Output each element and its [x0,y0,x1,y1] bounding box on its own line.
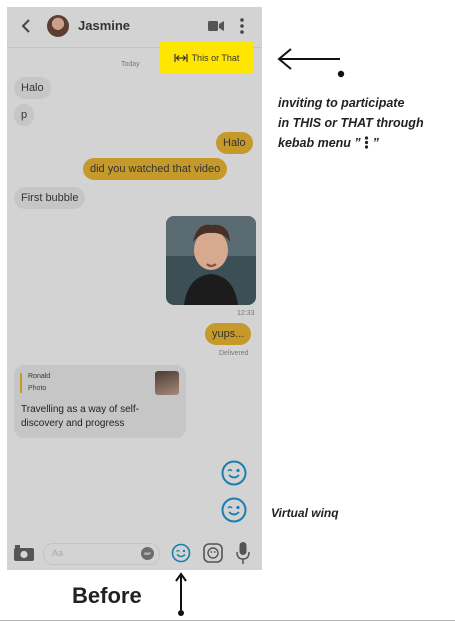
incoming-message[interactable]: First bubble [14,187,86,209]
shared-photo[interactable] [166,216,256,305]
before-label: Before [72,583,142,608]
outgoing-message[interactable]: yups... [205,323,252,345]
annotation-line: in THIS or THAT through [278,116,424,130]
forwarded-type: Photo [28,385,47,392]
microphone-icon[interactable] [236,542,250,564]
annotation-line-prefix: kebab menu ” [278,136,361,150]
outgoing-message[interactable]: Halo [216,132,253,154]
annotation-line: inviting to participate [278,96,405,110]
winq-button-icon[interactable] [171,543,191,563]
date-label: Today [121,61,140,68]
message-input-placeholder: Aa [52,548,64,558]
gif-button[interactable]: GIF [141,547,154,560]
photo-timestamp: 12:33 [237,310,255,317]
virtual-winq-label: Virtual winq [271,506,339,520]
reply-indicator-bar [20,373,22,393]
composer-bar: Aa GIF [7,537,262,570]
forwarded-thumbnail [155,371,179,395]
annotation-line-suffix: ” [372,136,379,150]
incoming-message[interactable]: p [14,104,35,126]
this-or-that-button[interactable]: This or That [160,41,253,74]
video-call-icon[interactable] [208,19,224,33]
incoming-message[interactable]: Halo [14,77,51,99]
annotation-left-arrow-icon [277,48,345,78]
annotation-line-kebab: kebab menu ” ” [278,133,424,153]
outgoing-message[interactable]: did you watched that video [83,158,228,180]
back-arrow-icon[interactable] [19,17,33,35]
this-or-that-label: This or That [191,52,240,63]
contact-name[interactable]: Jasmine [78,18,130,33]
annotation-text: inviting to participate in THIS or THAT … [278,93,424,153]
delivered-status: Delivered [219,350,249,357]
phone-screen: Jasmine Today This or That Halo p Halo d… [7,7,262,570]
contact-avatar[interactable] [47,15,69,37]
forwarded-text: Travelling as a way of self-discovery an… [21,404,140,429]
kebab-inline-icon [365,136,369,149]
virtual-winq-icon[interactable] [221,497,247,523]
camera-icon[interactable] [14,545,34,561]
winq-icon[interactable] [221,460,247,486]
sticker-icon[interactable] [203,543,223,563]
message-input[interactable]: Aa GIF [43,543,160,565]
forwarded-sender: Ronald [28,373,51,380]
forwarded-message[interactable]: Ronald Photo Travelling as a way of self… [14,365,186,438]
kebab-menu-icon[interactable] [239,17,245,35]
up-arrow-icon [175,572,187,616]
versus-arrows-icon [173,53,188,62]
